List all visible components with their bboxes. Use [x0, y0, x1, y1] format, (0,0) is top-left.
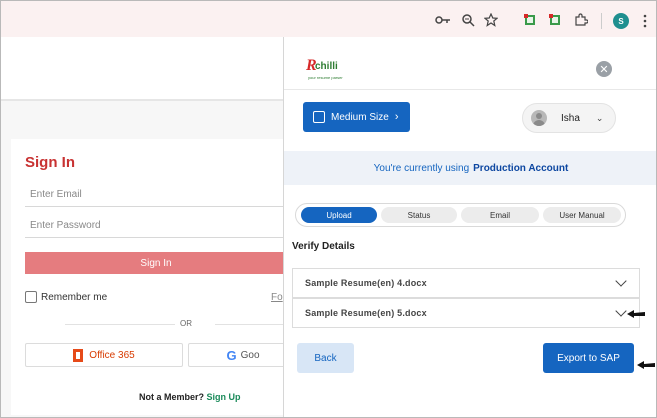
- browser-toolbar: S: [1, 1, 656, 37]
- extension-green-icon[interactable]: [522, 12, 538, 28]
- key-icon[interactable]: [435, 12, 451, 28]
- password-input[interactable]: [25, 214, 287, 237]
- signup-link[interactable]: Sign Up: [207, 392, 241, 402]
- forgot-password-link[interactable]: Fo: [271, 292, 283, 303]
- tab-email[interactable]: Email: [461, 207, 539, 223]
- google-button[interactable]: G Goo: [188, 343, 298, 367]
- office-icon: [73, 348, 84, 362]
- panel-divider: [284, 89, 656, 90]
- close-icon[interactable]: ✕: [596, 61, 612, 77]
- office365-label: Office 365: [89, 349, 135, 361]
- remember-checkbox[interactable]: [25, 291, 37, 303]
- tab-upload[interactable]: Upload: [301, 207, 377, 223]
- google-icon: G: [226, 347, 237, 363]
- screenshot-frame: S Sign In Sign In Remember me Fo OR Offi…: [0, 0, 657, 418]
- header-divider: [1, 99, 291, 101]
- or-divider: OR: [25, 318, 295, 330]
- extension-red-icon[interactable]: [547, 12, 563, 28]
- password-field[interactable]: [25, 214, 287, 238]
- file-name: Sample Resume(en) 4.docx: [305, 278, 427, 288]
- zoom-icon[interactable]: [460, 12, 476, 28]
- rchilli-logo: R chilli your resume parser: [306, 57, 346, 81]
- extension-panel: R chilli your resume parser ✕ Medium Siz…: [283, 37, 656, 417]
- panel-tabs: Upload Status Email User Manual: [295, 203, 626, 227]
- export-to-sap-button[interactable]: Export to SAP: [543, 343, 634, 373]
- star-icon[interactable]: [483, 12, 499, 28]
- file-accordion-item[interactable]: Sample Resume(en) 5.docx: [292, 298, 640, 328]
- profile-avatar[interactable]: S: [613, 13, 629, 29]
- member-text: Not a Member?: [139, 392, 205, 402]
- logo-text: chilli: [315, 61, 338, 72]
- signin-title: Sign In: [25, 154, 75, 171]
- account-banner: You're currently using Production Accoun…: [284, 151, 656, 185]
- file-accordion-item[interactable]: Sample Resume(en) 4.docx: [292, 268, 640, 298]
- signup-prompt: Not a Member? Sign Up: [139, 392, 241, 402]
- email-field[interactable]: [25, 183, 287, 207]
- verify-details-title: Verify Details: [292, 241, 355, 252]
- logo-tagline: your resume parser: [308, 75, 343, 80]
- google-label: Goo: [240, 349, 260, 361]
- or-label: OR: [180, 319, 192, 328]
- toolbar-divider: [601, 13, 602, 29]
- account-name: Production Account: [473, 162, 569, 174]
- puzzle-icon[interactable]: [573, 12, 589, 28]
- user-menu[interactable]: Isha ⌄: [522, 103, 616, 133]
- more-menu-icon[interactable]: [643, 13, 647, 29]
- remember-me[interactable]: Remember me: [25, 291, 107, 303]
- chevron-right-icon: ›: [394, 111, 399, 123]
- page-header: [1, 37, 291, 99]
- file-name: Sample Resume(en) 5.docx: [305, 308, 427, 318]
- account-text: You're currently using: [373, 162, 470, 174]
- or-line-left: [65, 324, 175, 325]
- tab-user-manual[interactable]: User Manual: [543, 207, 621, 223]
- signin-card: [11, 139, 301, 415]
- signin-button[interactable]: Sign In: [25, 252, 287, 274]
- user-name: Isha: [561, 112, 580, 124]
- pointer-cursor-icon: [637, 361, 655, 369]
- email-input[interactable]: [25, 183, 287, 206]
- tab-status[interactable]: Status: [381, 207, 457, 223]
- size-label: Medium Size: [331, 111, 389, 123]
- pointer-cursor-icon: [627, 310, 645, 318]
- back-button[interactable]: Back: [297, 343, 354, 373]
- user-avatar-icon: [531, 110, 547, 126]
- medium-size-button[interactable]: Medium Size ›: [303, 102, 410, 132]
- office365-button[interactable]: Office 365: [25, 343, 183, 367]
- remember-label: Remember me: [41, 291, 108, 303]
- chevron-down-icon: ⌄: [595, 112, 604, 123]
- resize-icon: [313, 111, 325, 123]
- chevron-down-icon[interactable]: [615, 275, 627, 287]
